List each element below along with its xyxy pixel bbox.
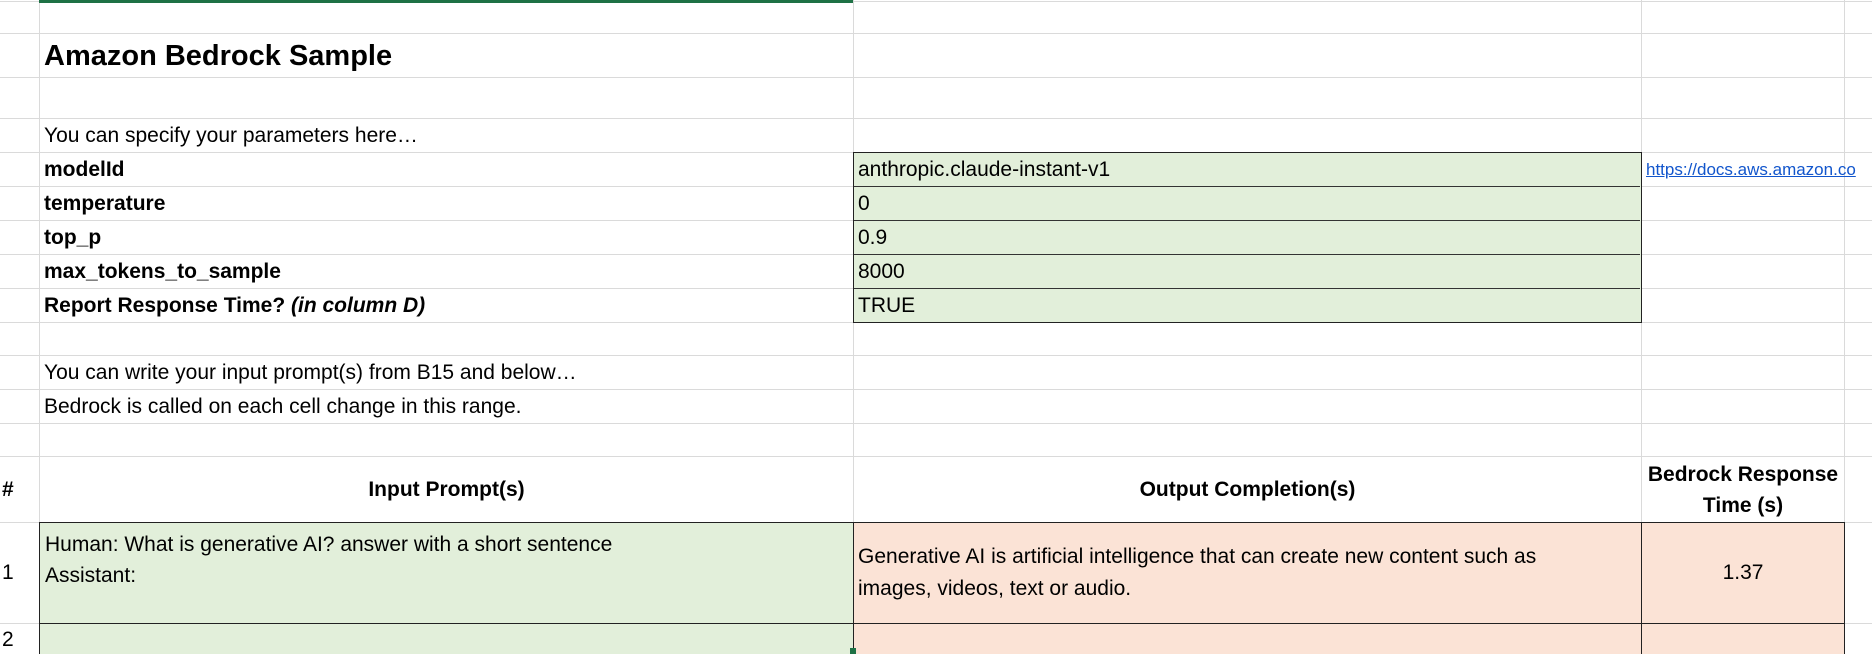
header-num[interactable]: # bbox=[2, 457, 38, 522]
sheet-title[interactable]: Amazon Bedrock Sample bbox=[44, 36, 844, 76]
instruction-text-1[interactable]: You can write your input prompt(s) from … bbox=[44, 356, 844, 389]
row-number: 1 bbox=[2, 561, 14, 584]
param-value-modelid[interactable]: anthropic.claude-instant-v1 bbox=[858, 153, 1638, 186]
output-completion-cell[interactable]: Generative AI is artificial intelligence… bbox=[853, 522, 1642, 624]
param-label-report-response-time[interactable]: Report Response Time? (in column D) bbox=[44, 289, 844, 322]
param-label-temperature[interactable]: temperature bbox=[44, 187, 844, 220]
gridline bbox=[0, 118, 1872, 119]
header-response-time[interactable]: Bedrock Response Time (s) bbox=[1642, 457, 1844, 522]
header-input-prompts[interactable]: Input Prompt(s) bbox=[40, 457, 853, 522]
input-prompt-line: Human: What is generative AI? answer wit… bbox=[45, 533, 613, 556]
param-label-top-p[interactable]: top_p bbox=[44, 221, 844, 254]
input-prompt-line: Assistant: bbox=[45, 564, 137, 587]
selection-indicator bbox=[39, 0, 853, 3]
fill-handle[interactable] bbox=[850, 648, 856, 654]
spreadsheet-grid: Amazon Bedrock Sample You can specify yo… bbox=[0, 0, 1872, 654]
docs-link[interactable]: https://docs.aws.amazon.co bbox=[1646, 153, 1872, 186]
intro-text[interactable]: You can specify your parameters here… bbox=[44, 120, 844, 152]
param-value-report-response-time[interactable]: TRUE bbox=[858, 289, 1638, 322]
output-completion-cell[interactable] bbox=[853, 623, 1642, 654]
report-label-suffix: (in column D) bbox=[291, 293, 426, 317]
instruction-text-2[interactable]: Bedrock is called on each cell change in… bbox=[44, 390, 844, 423]
param-label-max-tokens[interactable]: max_tokens_to_sample bbox=[44, 255, 844, 288]
input-prompt-cell[interactable]: Human: What is generative AI? answer wit… bbox=[39, 522, 854, 624]
param-label-modelid[interactable]: modelId bbox=[44, 153, 844, 186]
param-value-max-tokens[interactable]: 8000 bbox=[858, 255, 1638, 288]
input-prompt-cell[interactable] bbox=[39, 623, 854, 654]
response-time-cell[interactable] bbox=[1641, 623, 1845, 654]
row-number: 2 bbox=[2, 627, 14, 651]
header-output-completions[interactable]: Output Completion(s) bbox=[854, 457, 1641, 522]
report-label-text: Report Response Time? bbox=[44, 293, 286, 317]
param-value-top-p[interactable]: 0.9 bbox=[858, 221, 1638, 254]
param-value-temperature[interactable]: 0 bbox=[858, 187, 1638, 220]
gridline bbox=[0, 33, 1872, 34]
response-time-cell[interactable]: 1.37 bbox=[1641, 522, 1845, 624]
gridline bbox=[0, 423, 1872, 424]
gridline bbox=[0, 77, 1872, 78]
